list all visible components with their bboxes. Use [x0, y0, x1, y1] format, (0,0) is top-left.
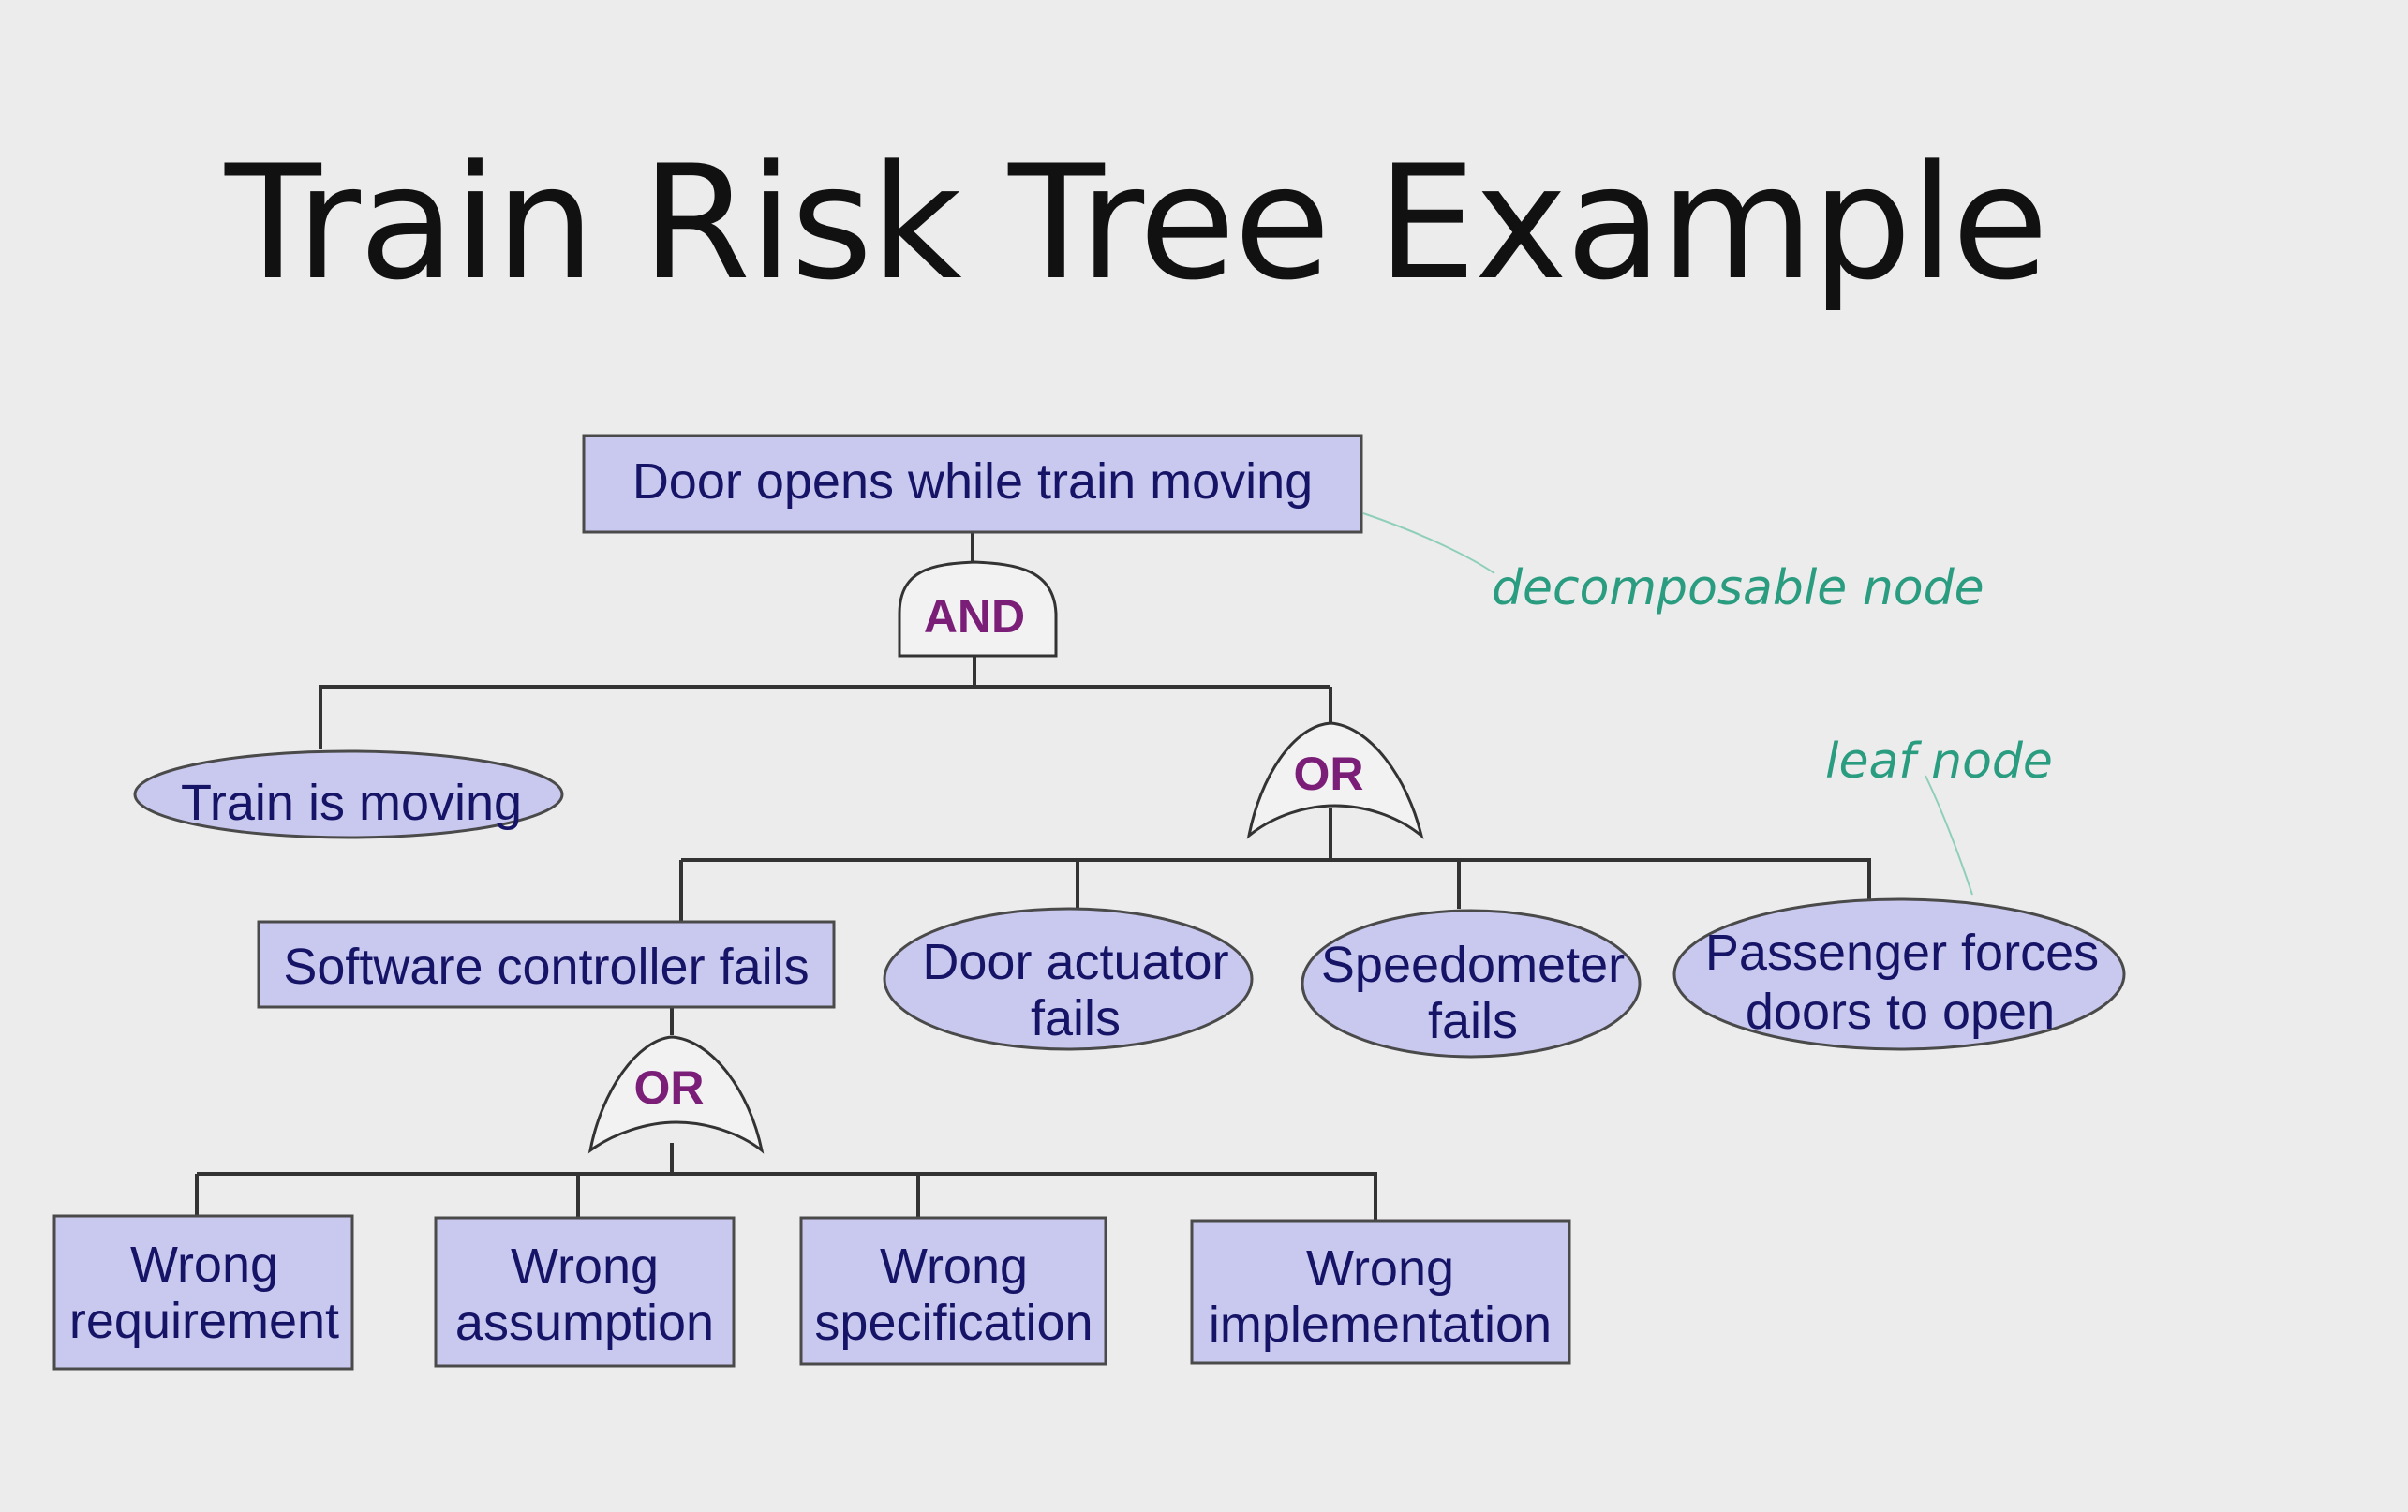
train-moving-label: Train is moving [181, 775, 522, 831]
decomposable-node-annotation: decomposable node [1492, 560, 1984, 616]
passenger-line1: Passenger forces [1705, 925, 2099, 981]
wrong-assumption-node: Wrong assumption [434, 1216, 736, 1368]
wrong-specification-line2: specification [814, 1295, 1093, 1351]
door-actuator-node: Door actuator fails [883, 907, 1254, 1051]
leaf-leader-line [1925, 775, 1973, 896]
wrong-implementation-node: Wrong implementation [1190, 1219, 1571, 1365]
wrong-assumption-line1: Wrong [511, 1238, 659, 1295]
wrong-requirement-line1: Wrong [130, 1237, 278, 1293]
wrong-implementation-line1: Wrong [1306, 1240, 1454, 1297]
risk-tree-diagram: Door opens while train moving AND Train … [52, 434, 2126, 1371]
train-moving-node: Train is moving [133, 749, 564, 839]
wrong-implementation-line2: implementation [1209, 1297, 1552, 1353]
or-gate-software-label: OR [634, 1061, 705, 1114]
door-actuator-line2: fails [1031, 990, 1121, 1046]
passenger-line2: doors to open [1746, 984, 2055, 1040]
or-gate-software: OR [587, 1035, 765, 1154]
wrong-specification-node: Wrong specification [799, 1216, 1107, 1366]
wrong-requirement-line2: requirement [69, 1293, 339, 1349]
software-controller-label: Software controller fails [283, 939, 809, 995]
speedometer-node: Speedometer fails [1301, 909, 1642, 1059]
door-actuator-line1: Door actuator [922, 934, 1228, 990]
wrong-assumption-line2: assumption [455, 1295, 714, 1351]
software-controller-node: Software controller fails [257, 920, 836, 1009]
or-gate-top: OR [1246, 721, 1424, 839]
root-node-label: Door opens while train moving [632, 453, 1313, 510]
speedometer-line1: Speedometer [1321, 937, 1625, 993]
root-node: Door opens while train moving [582, 434, 1363, 534]
and-gate: AND [898, 560, 1058, 658]
wrong-specification-line1: Wrong [880, 1238, 1028, 1295]
decomposable-leader-line [1362, 512, 1495, 574]
passenger-node: Passenger forces doors to open [1672, 897, 2126, 1051]
speedometer-line2: fails [1428, 993, 1518, 1049]
and-gate-label: AND [924, 590, 1025, 643]
slide: Train Risk Tree Example Door opens while… [0, 0, 2408, 1512]
leaf-node-annotation: leaf node [1825, 734, 2053, 790]
or-gate-top-label: OR [1294, 748, 1364, 800]
wrong-requirement-node: Wrong requirement [52, 1214, 354, 1371]
